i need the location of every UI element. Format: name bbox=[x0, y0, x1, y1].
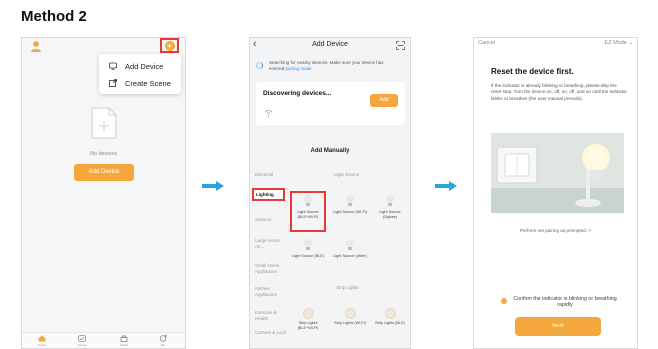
add-device-button[interactable]: Add Device bbox=[74, 164, 134, 181]
search-status-text: Searching for nearby devices. Make sure … bbox=[269, 60, 399, 72]
device-label: Light Source (other) bbox=[333, 254, 367, 258]
menu-item-label: Add Device bbox=[125, 61, 164, 71]
page-title: Method 2 bbox=[21, 8, 87, 25]
discover-add-button[interactable]: Add bbox=[370, 94, 398, 107]
bulb-icon bbox=[346, 195, 354, 206]
empty-state-text: No devices bbox=[89, 151, 118, 157]
tab-bar: Home Scene Smart Me bbox=[22, 332, 185, 348]
plus-icon: + bbox=[164, 40, 175, 51]
category-small-home-appliances[interactable]: Small Home Appliances bbox=[255, 263, 287, 274]
reset-instructions: If the indicator is already blinking or … bbox=[491, 83, 627, 101]
device-strip-lights-ble[interactable]: Strip Lights (BLE) bbox=[372, 308, 408, 326]
tab-scene[interactable]: Scene bbox=[72, 335, 92, 347]
phone-screen-home: + Add Device Create Scene No devices Add… bbox=[21, 37, 186, 349]
category-kitchen-appliances[interactable]: Kitchen Appliances bbox=[255, 286, 287, 297]
scene-icon bbox=[78, 335, 86, 342]
smart-icon bbox=[120, 335, 128, 342]
search-status: Searching for nearby devices. Make sure … bbox=[256, 60, 404, 74]
device-light-source-ble-wifi[interactable]: Light Source (BLE+Wi-Fi) bbox=[290, 191, 326, 232]
menu-item-create-scene[interactable]: Create Scene bbox=[109, 77, 171, 89]
create-scene-icon bbox=[109, 79, 117, 87]
phone-screen-reset-device: Cancel EZ Mode ⌄ Reset the device first.… bbox=[473, 37, 638, 349]
discovering-card: Discovering devices... Add bbox=[256, 82, 405, 125]
device-light-source-zigbee[interactable]: Light Source (Zigbee) bbox=[372, 194, 408, 219]
tab-home[interactable]: Home bbox=[32, 335, 52, 347]
strip-light-icon bbox=[302, 308, 314, 319]
bulb-icon bbox=[304, 195, 312, 206]
device-light-source-wifi[interactable]: Light Source (Wi-Fi) bbox=[332, 194, 368, 215]
category-sensors[interactable]: Sensors bbox=[255, 217, 287, 223]
device-label: Strip Lights (Wi-Fi) bbox=[334, 321, 366, 325]
pairing-mode-link[interactable]: pairing mode. bbox=[286, 66, 313, 71]
tab-label: Me bbox=[160, 343, 166, 347]
ez-mode-label: EZ Mode bbox=[604, 40, 627, 46]
device-label: Strip Lights (BLE+Wi-Fi) bbox=[297, 321, 319, 330]
device-label: Light Source (Zigbee) bbox=[379, 210, 401, 219]
menu-item-label: Create Scene bbox=[125, 78, 171, 88]
reset-title: Reset the device first. bbox=[491, 67, 574, 76]
home-icon bbox=[38, 335, 46, 342]
bulb-icon bbox=[346, 239, 354, 250]
device-label: Light Source (BLE) bbox=[291, 254, 325, 258]
add-manually-title: Add Manually bbox=[310, 148, 350, 154]
device-strip-lights-wifi[interactable]: Strip Lights (Wi-Fi) bbox=[332, 308, 368, 326]
device-label: Light Source (BLE+Wi-Fi) bbox=[297, 210, 319, 219]
add-menu: Add Device Create Scene bbox=[99, 54, 181, 94]
device-strip-lights-ble-wifi[interactable]: Strip Lights (BLE+Wi-Fi) bbox=[290, 308, 326, 330]
section-light-source: Light Source bbox=[334, 172, 360, 177]
device-label: Strip Lights (BLE) bbox=[375, 321, 405, 325]
device-light-source-other[interactable]: Light Source (other) bbox=[332, 238, 368, 259]
switch-and-bulb-illustration bbox=[491, 133, 624, 213]
pairing-prompt-link[interactable]: Perform net pairing as prompted. > bbox=[474, 228, 637, 233]
category-exercise-health[interactable]: Exercise & Health bbox=[255, 310, 287, 321]
tab-me[interactable]: Me bbox=[153, 335, 173, 347]
device-label: Light Source (Wi-Fi) bbox=[333, 210, 367, 214]
wifi-scan-icon bbox=[264, 110, 273, 118]
device-light-source-ble[interactable]: Light Source (BLE) bbox=[290, 238, 326, 259]
loading-spinner-icon bbox=[256, 62, 263, 69]
bulb-icon bbox=[304, 239, 312, 250]
add-device-icon bbox=[109, 62, 117, 70]
category-electrical[interactable]: Electrical bbox=[255, 172, 287, 178]
tab-label: Scene bbox=[77, 343, 87, 347]
nav-bar: ‹ Add Device bbox=[250, 38, 410, 55]
step-arrow-icon bbox=[435, 181, 457, 191]
scan-icon[interactable] bbox=[396, 41, 405, 50]
tab-label: Smart bbox=[119, 343, 128, 347]
me-icon bbox=[159, 335, 167, 342]
confirm-radio-checked[interactable] bbox=[501, 298, 507, 304]
category-camera-lock[interactable]: Camera & Lock bbox=[255, 330, 287, 336]
tab-smart[interactable]: Smart bbox=[114, 335, 134, 347]
next-button[interactable]: Next bbox=[515, 317, 601, 336]
chevron-down-icon: ⌄ bbox=[628, 40, 633, 46]
user-icon[interactable] bbox=[30, 40, 42, 52]
discovering-title: Discovering devices... bbox=[263, 90, 332, 97]
bulb-icon bbox=[386, 195, 394, 206]
strip-light-icon bbox=[384, 308, 396, 319]
section-strip-lights: Strip Lights bbox=[336, 285, 359, 290]
add-plus-button[interactable]: + bbox=[160, 38, 179, 53]
phone-screen-add-device: ‹ Add Device Searching for nearby device… bbox=[249, 37, 411, 349]
strip-light-icon bbox=[344, 308, 356, 319]
tab-label: Home bbox=[37, 343, 46, 347]
confirm-label: Confirm the indicator is blinking or bre… bbox=[513, 296, 617, 309]
empty-document-icon bbox=[91, 107, 117, 139]
category-large-home-appliances[interactable]: Large Home Ap... bbox=[255, 238, 287, 249]
category-lighting[interactable]: Lighting bbox=[252, 188, 285, 201]
confirm-indicator-row[interactable]: Confirm the indicator is blinking or bre… bbox=[501, 296, 621, 310]
screen-title: Add Device bbox=[312, 41, 348, 48]
ez-mode-selector[interactable]: EZ Mode ⌄ bbox=[605, 40, 633, 46]
step-arrow-icon bbox=[202, 181, 224, 191]
menu-item-add-device[interactable]: Add Device bbox=[109, 60, 163, 72]
cancel-button[interactable]: Cancel bbox=[478, 40, 495, 46]
